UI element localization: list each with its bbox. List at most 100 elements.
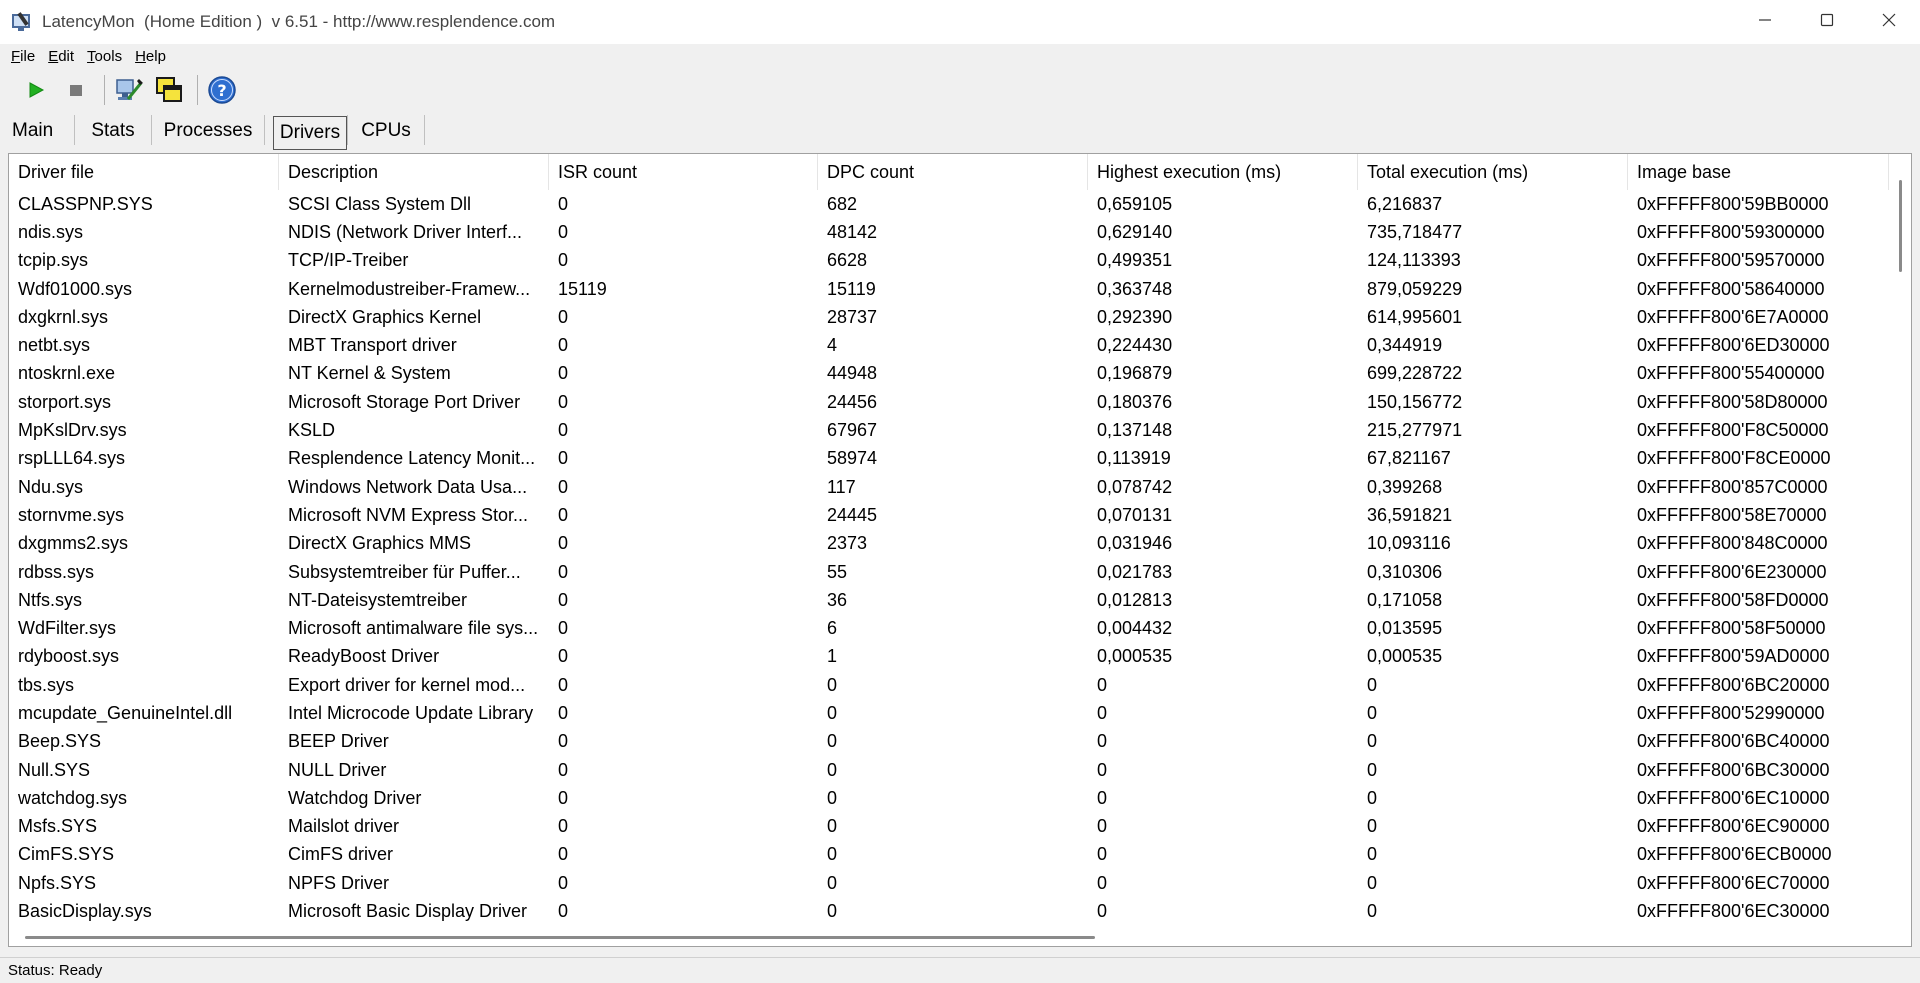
driver-file-cell: WdFilter.sys [18, 618, 117, 639]
dpc-count-cell: 55 [827, 561, 848, 582]
table-row[interactable]: WdFilter.sys Microsoft antimalware file s… [9, 614, 1889, 642]
driver-file-cell: ndis.sys [18, 221, 84, 242]
description-cell: TCP/IP-Treiber [288, 250, 409, 271]
isr-count-cell: 0 [558, 702, 569, 723]
table-row[interactable]: stornvme.sys Microsoft NVM Express Stor..… [9, 501, 1889, 529]
table-row[interactable]: BasicDisplay.sys Microsoft Basic Display … [9, 897, 1889, 925]
menu-help[interactable]: Help [135, 48, 166, 65]
table-row[interactable]: Wdf01000.sys Kernelmodustreiber-Framew...… [9, 275, 1889, 303]
table-row[interactable]: MpKslDrv.sys KSLD 0 67967 0,137148 215,277971… [9, 416, 1889, 444]
menu-edit[interactable]: Edit [48, 48, 74, 65]
table-row[interactable]: tbs.sys Export driver for kernel mod... 0 0… [9, 671, 1889, 699]
table-row[interactable]: netbt.sys MBT Transport driver 0 4 0,224430 0… [9, 331, 1889, 359]
minimize-button[interactable] [1734, 0, 1796, 40]
isr-count-cell: 0 [558, 363, 569, 384]
tab-cpus[interactable]: CPUs [348, 112, 424, 150]
table-row[interactable]: Msfs.SYS Mailslot driver 0 0 0 0 0xFFFFF800'6E… [9, 813, 1889, 841]
highest-execution-cell: 0 [1097, 702, 1108, 723]
menu-bar: File Edit Tools Help [0, 44, 1920, 68]
driver-file-cell: tbs.sys [18, 674, 75, 695]
isr-count-cell: 0 [558, 844, 569, 865]
help-button[interactable]: ? [204, 72, 240, 108]
isr-count-cell: 0 [558, 533, 569, 554]
isr-count-cell: 0 [558, 306, 569, 327]
highest-execution-cell: 0 [1097, 787, 1108, 808]
total-execution-cell: 215,277971 [1367, 420, 1463, 441]
dpc-count-cell: 682 [827, 193, 858, 214]
highest-execution-cell: 0,000535 [1097, 646, 1173, 667]
tab-separator [424, 115, 425, 145]
tab-main[interactable]: Main [0, 112, 74, 150]
image-base-cell: 0xFFFFF800'6ED30000 [1637, 335, 1830, 356]
isr-count-cell: 0 [558, 448, 569, 469]
table-row[interactable]: Npfs.SYS NPFS Driver 0 0 0 0 0xFFFFF800'6EC700… [9, 869, 1889, 897]
table-row[interactable]: rdbss.sys Subsystemtreiber für Puffer... 0… [9, 558, 1889, 586]
driver-file-cell: rdbss.sys [18, 561, 95, 582]
image-base-cell: 0xFFFFF800'6EC70000 [1637, 872, 1830, 893]
description-cell: Subsystemtreiber für Puffer... [288, 561, 521, 582]
vertical-scroll-thumb[interactable] [1899, 180, 1902, 272]
image-base-cell: 0xFFFFF800'6EC90000 [1637, 816, 1830, 837]
table-row[interactable]: Ntfs.sys NT-Dateisystemtreiber 0 36 0,012813… [9, 586, 1889, 614]
table-row[interactable]: ndis.sys NDIS (Network Driver Interf... 0 4… [9, 218, 1889, 246]
isr-count-cell: 0 [558, 872, 569, 893]
table-row[interactable]: storport.sys Microsoft Storage Port Drive… [9, 388, 1889, 416]
horizontal-scroll-thumb[interactable] [25, 936, 1095, 939]
toolbar: ? [0, 70, 1920, 110]
tab-stats[interactable]: Stats [75, 112, 151, 150]
description-cell: Resplendence Latency Monit... [288, 448, 536, 469]
table-row[interactable]: Null.SYS NULL Driver 0 0 0 0 0xFFFFF800'6BC300… [9, 756, 1889, 784]
description-cell: Intel Microcode Update Library [288, 702, 534, 723]
table-row[interactable]: watchdog.sys Watchdog Driver 0 0 0 0 0xFFFFF80… [9, 784, 1889, 812]
table-row[interactable]: mcupdate_GenuineIntel.dll Intel Microcode… [9, 699, 1889, 727]
windows-button[interactable] [151, 72, 187, 108]
image-base-cell: 0xFFFFF800'6EC30000 [1637, 901, 1830, 922]
table-row[interactable]: rspLLL64.sys Resplendence Latency Monit..… [9, 445, 1889, 473]
stop-monitor-button[interactable] [58, 72, 94, 108]
table-row[interactable]: ntoskrnl.exe NT Kernel & System 0 44948 0,19… [9, 360, 1889, 388]
column-header-image-base[interactable]: Image base [1628, 154, 1889, 190]
table-row[interactable]: tcpip.sys TCP/IP-Treiber 0 6628 0,499351 124,… [9, 247, 1889, 275]
table-row[interactable]: Beep.SYS BEEP Driver 0 0 0 0 0xFFFFF800'6BC400… [9, 728, 1889, 756]
start-monitor-button[interactable] [18, 72, 54, 108]
table-row[interactable]: CimFS.SYS CimFS driver 0 0 0 0 0xFFFFF800'6ECB… [9, 841, 1889, 869]
table-row[interactable]: dxgkrnl.sys DirectX Graphics Kernel 0 28737… [9, 303, 1889, 331]
driver-file-cell: Ntfs.sys [18, 589, 83, 610]
tab-processes[interactable]: Processes [152, 112, 264, 150]
maximize-button[interactable] [1796, 0, 1858, 40]
column-header-dpc-count[interactable]: DPC count [818, 154, 1088, 190]
dpc-count-cell: 67967 [827, 420, 878, 441]
column-header-driver-file[interactable]: Driver file [9, 154, 279, 190]
column-header-total-execution[interactable]: Total execution (ms) [1358, 154, 1628, 190]
description-cell: Microsoft Storage Port Driver [288, 391, 521, 412]
title-bar: LatencyMon (Home Edition ) v 6.51 - http… [0, 0, 1920, 44]
dpc-count-cell: 0 [827, 787, 838, 808]
menu-file[interactable]: File [11, 48, 35, 65]
analyze-button[interactable] [111, 72, 147, 108]
description-cell: Kernelmodustreiber-Framew... [288, 278, 531, 299]
dpc-count-cell: 1 [827, 646, 838, 667]
highest-execution-cell: 0 [1097, 674, 1108, 695]
dpc-count-cell: 44948 [827, 363, 878, 384]
dpc-count-cell: 6628 [827, 250, 868, 271]
table-row[interactable]: dxgmms2.sys DirectX Graphics MMS 0 2373 0,03… [9, 530, 1889, 558]
analyze-icon [116, 79, 143, 100]
column-header-highest-execution[interactable]: Highest execution (ms) [1088, 154, 1358, 190]
table-row[interactable]: rdyboost.sys ReadyBoost Driver 0 1 0,000535 0… [9, 643, 1889, 671]
image-base-cell: 0xFFFFF800'59300000 [1637, 221, 1825, 242]
highest-execution-cell: 0,070131 [1097, 504, 1173, 525]
tab-drivers[interactable]: Drivers [273, 116, 347, 150]
vertical-scrollbar[interactable] [1891, 154, 1911, 934]
table-row[interactable]: CLASSPNP.SYS SCSI Class System Dll 0 682 0,6… [9, 190, 1889, 218]
close-button[interactable] [1858, 0, 1920, 40]
column-header-description[interactable]: Description [279, 154, 549, 190]
horizontal-scrollbar[interactable] [9, 930, 1889, 946]
dpc-count-cell: 0 [827, 759, 838, 780]
toolbar-separator [104, 75, 105, 105]
table-row[interactable]: Ndu.sys Windows Network Data Usa... 0 117 0,… [9, 473, 1889, 501]
menu-tools[interactable]: Tools [87, 48, 122, 65]
column-header-isr-count[interactable]: ISR count [549, 154, 818, 190]
highest-execution-cell: 0,629140 [1097, 221, 1173, 242]
total-execution-cell: 0,171058 [1367, 589, 1443, 610]
driver-file-cell: tcpip.sys [18, 250, 89, 271]
